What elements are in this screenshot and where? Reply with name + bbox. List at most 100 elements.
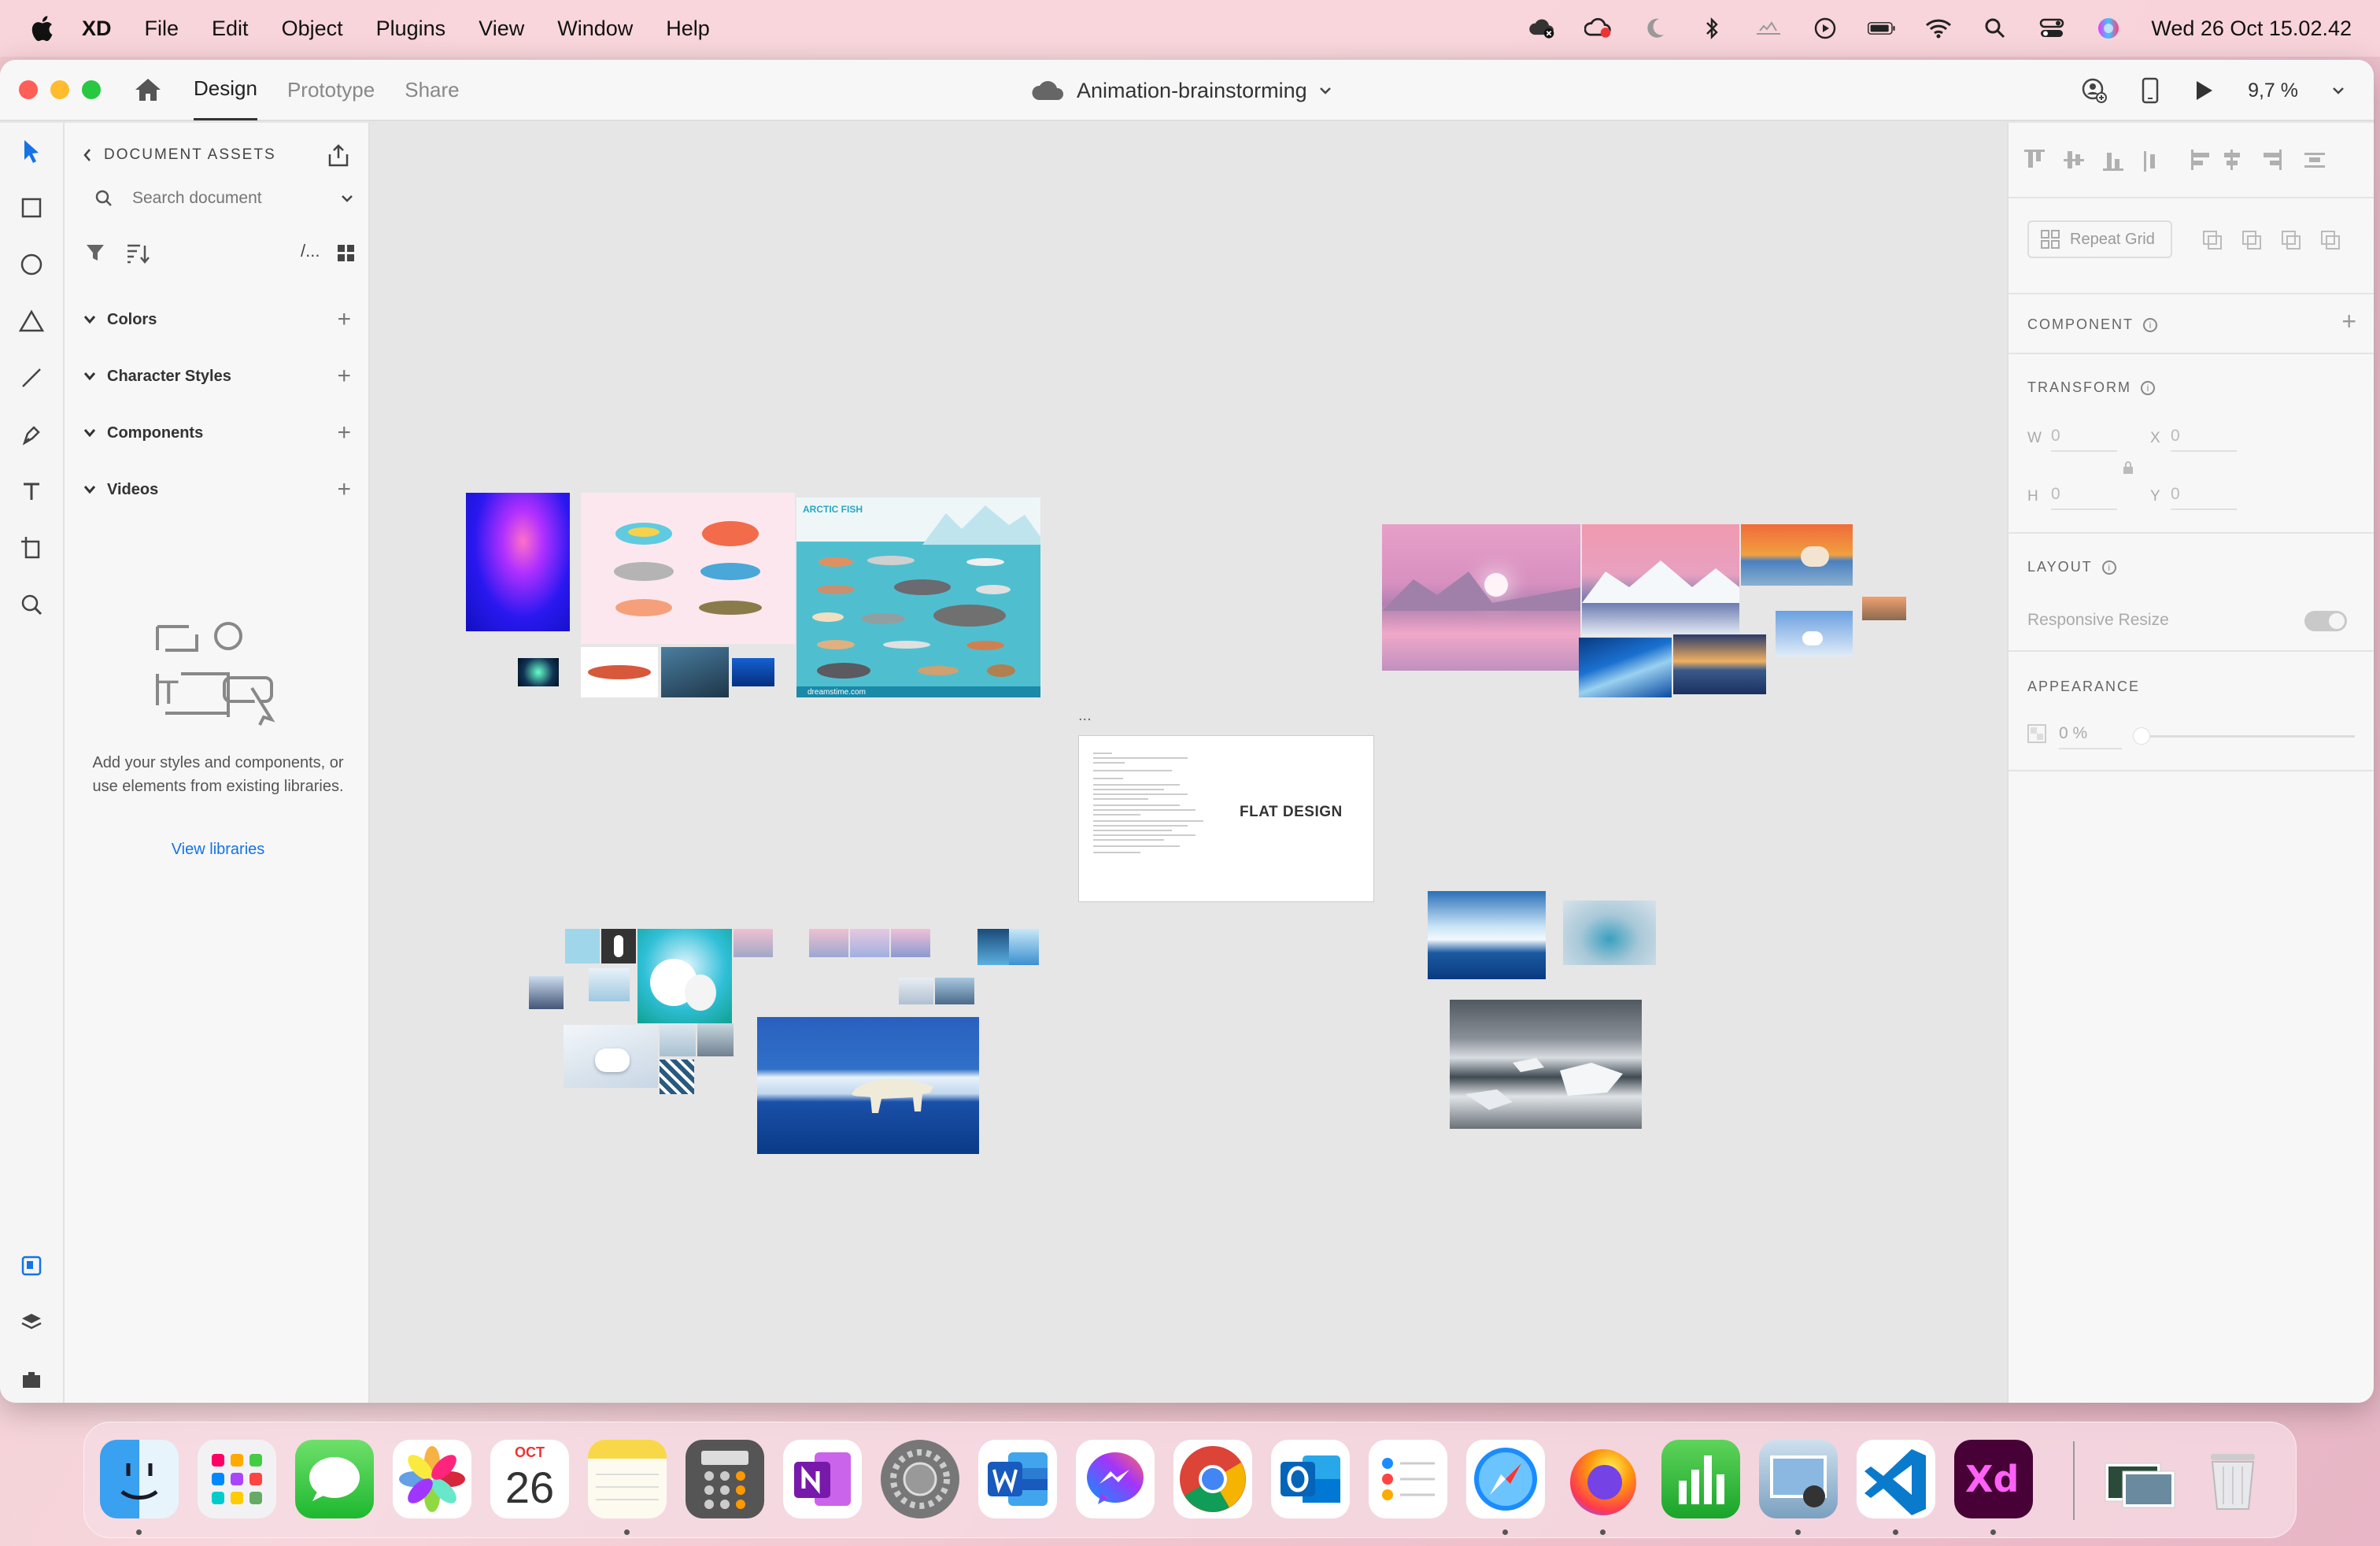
zoom-tool-icon[interactable]: [16, 589, 47, 620]
info-icon[interactable]: i: [2101, 560, 2116, 575]
polar-bear-sunset-image[interactable]: [1741, 524, 1853, 586]
fullscreen-window-button[interactable]: [82, 80, 101, 99]
y-field[interactable]: 0: [2171, 485, 2237, 510]
path-view-icon[interactable]: /...: [301, 241, 320, 261]
iceberg-thumb-2[interactable]: [1009, 929, 1039, 965]
bear-thumb-small[interactable]: [1862, 597, 1906, 620]
zoom-chevron-down-icon[interactable]: [2331, 86, 2345, 95]
add-component-plus-icon[interactable]: +: [2341, 307, 2356, 336]
select-tool-icon[interactable]: [16, 135, 47, 167]
add-color-icon[interactable]: +: [337, 306, 351, 333]
spotlight-search-icon[interactable]: [1981, 17, 2009, 40]
grid-view-icon[interactable]: [337, 244, 356, 263]
zoom-level[interactable]: 9,7 %: [2248, 80, 2298, 102]
fish-illustration-image[interactable]: [581, 493, 795, 644]
invite-user-icon[interactable]: [2081, 77, 2108, 104]
reminders-app-icon[interactable]: [1369, 1440, 1447, 1518]
menu-file[interactable]: File: [145, 17, 179, 41]
pink-ice-thumb[interactable]: [734, 929, 773, 957]
width-field[interactable]: 0: [2051, 427, 2117, 452]
search-input[interactable]: [132, 189, 313, 208]
tab-prototype[interactable]: Prototype: [287, 60, 375, 120]
creative-cloud-sync-icon[interactable]: [1528, 17, 1556, 40]
outlook-app-icon[interactable]: [1271, 1440, 1350, 1518]
repeat-grid-button[interactable]: Repeat Grid: [2027, 220, 2172, 258]
menu-help[interactable]: Help: [666, 17, 710, 41]
apple-logo-icon[interactable]: [28, 14, 55, 43]
tab-design[interactable]: Design: [194, 60, 257, 120]
jellyfish-image[interactable]: [466, 493, 570, 631]
calendar-app-icon[interactable]: OCT 26: [490, 1440, 569, 1518]
text-tool-icon[interactable]: [16, 475, 47, 507]
polar-bear-on-ice-image[interactable]: [757, 1017, 979, 1154]
opacity-slider-handle[interactable]: [2133, 727, 2150, 745]
assets-panel-icon[interactable]: [16, 1250, 47, 1282]
preview-device-icon[interactable]: [2141, 77, 2160, 104]
notes-app-icon[interactable]: [588, 1440, 667, 1518]
walrus-thumb[interactable]: [935, 978, 974, 1004]
arctic-blue-ice-image[interactable]: [1579, 638, 1672, 697]
blue-iceberg-image[interactable]: [1428, 891, 1546, 979]
polygon-tool-icon[interactable]: [16, 305, 47, 337]
menu-view[interactable]: View: [479, 17, 524, 41]
pink-arctic-thumb-3[interactable]: [891, 929, 930, 957]
assets-section-videos[interactable]: Videos +: [82, 474, 357, 505]
ice-sunset-image[interactable]: [1673, 634, 1766, 694]
play-circle-icon[interactable]: [1811, 17, 1839, 40]
iceberg-thumb-1[interactable]: [978, 929, 1012, 965]
vscode-app-icon[interactable]: [1857, 1440, 1935, 1518]
design-canvas[interactable]: ARCTIC FISH dreamstime.com ... FLAT DESI…: [371, 123, 2007, 1403]
menu-app-name[interactable]: XD: [82, 17, 112, 41]
trash-app-icon[interactable]: [2193, 1440, 2272, 1518]
search-scope-chevron-icon[interactable]: [340, 194, 354, 203]
wifi-icon[interactable]: [1924, 17, 1953, 40]
salmon-thumb[interactable]: [581, 647, 658, 697]
bear-walking-thumb[interactable]: [589, 968, 630, 1001]
menu-window[interactable]: Window: [557, 17, 633, 41]
document-title-dropdown[interactable]: Animation-brainstorming: [1031, 60, 1332, 121]
close-window-button[interactable]: [19, 80, 38, 99]
artboard-menu-icon[interactable]: ...: [1078, 707, 1092, 725]
tab-share[interactable]: Share: [405, 60, 459, 120]
calculator-app-icon[interactable]: [686, 1440, 764, 1518]
siri-icon[interactable]: [2094, 17, 2123, 40]
small-jellyfish-thumb[interactable]: [518, 658, 559, 686]
back-chevron-icon[interactable]: [82, 147, 93, 163]
line-tool-icon[interactable]: [16, 362, 47, 394]
photos-app-icon[interactable]: [393, 1440, 471, 1518]
seal-thumb[interactable]: [899, 978, 933, 1004]
adobe-xd-app-icon[interactable]: Xd: [1954, 1440, 2033, 1518]
assets-section-character-styles[interactable]: Character Styles +: [82, 361, 357, 392]
menu-object[interactable]: Object: [282, 17, 343, 41]
stormy-ice-floes-image[interactable]: [1450, 1000, 1642, 1129]
info-icon[interactable]: i: [2143, 317, 2157, 332]
sort-icon[interactable]: [126, 242, 150, 264]
system-preferences-app-icon[interactable]: [881, 1440, 959, 1518]
safari-app-icon[interactable]: [1466, 1440, 1545, 1518]
pink-sunset-mountains-image[interactable]: [1382, 524, 1580, 671]
pink-arctic-thumb-2[interactable]: [850, 929, 889, 957]
pen-tool-icon[interactable]: [16, 419, 47, 450]
messages-app-icon[interactable]: [295, 1440, 374, 1518]
opacity-value[interactable]: 0 %: [2059, 724, 2122, 749]
ellipse-tool-icon[interactable]: [16, 249, 47, 280]
flat-design-artboard[interactable]: FLAT DESIGN: [1078, 735, 1374, 902]
penguin-thumb[interactable]: [601, 929, 636, 963]
filter-icon[interactable]: [85, 242, 105, 263]
moon-icon[interactable]: [1641, 17, 1669, 40]
bear-cub-thumb[interactable]: [660, 1023, 696, 1056]
numbers-app-icon[interactable]: [1661, 1440, 1740, 1518]
downloads-stack-icon[interactable]: [2099, 1440, 2178, 1518]
menu-edit[interactable]: Edit: [212, 17, 249, 41]
launchpad-app-icon[interactable]: [198, 1440, 276, 1518]
home-icon[interactable]: [132, 76, 164, 104]
boolean-ops-icons[interactable]: [2201, 230, 2358, 253]
sea-ice-aerial-image[interactable]: [1563, 901, 1656, 965]
battery-icon[interactable]: [1868, 17, 1896, 40]
assets-search[interactable]: [82, 181, 357, 216]
info-icon[interactable]: i: [2141, 380, 2155, 395]
pink-arctic-thumb-1[interactable]: [809, 929, 848, 957]
plugins-panel-icon[interactable]: [16, 1363, 47, 1395]
lock-aspect-icon[interactable]: [2122, 460, 2134, 475]
view-libraries-link[interactable]: View libraries: [80, 841, 356, 859]
